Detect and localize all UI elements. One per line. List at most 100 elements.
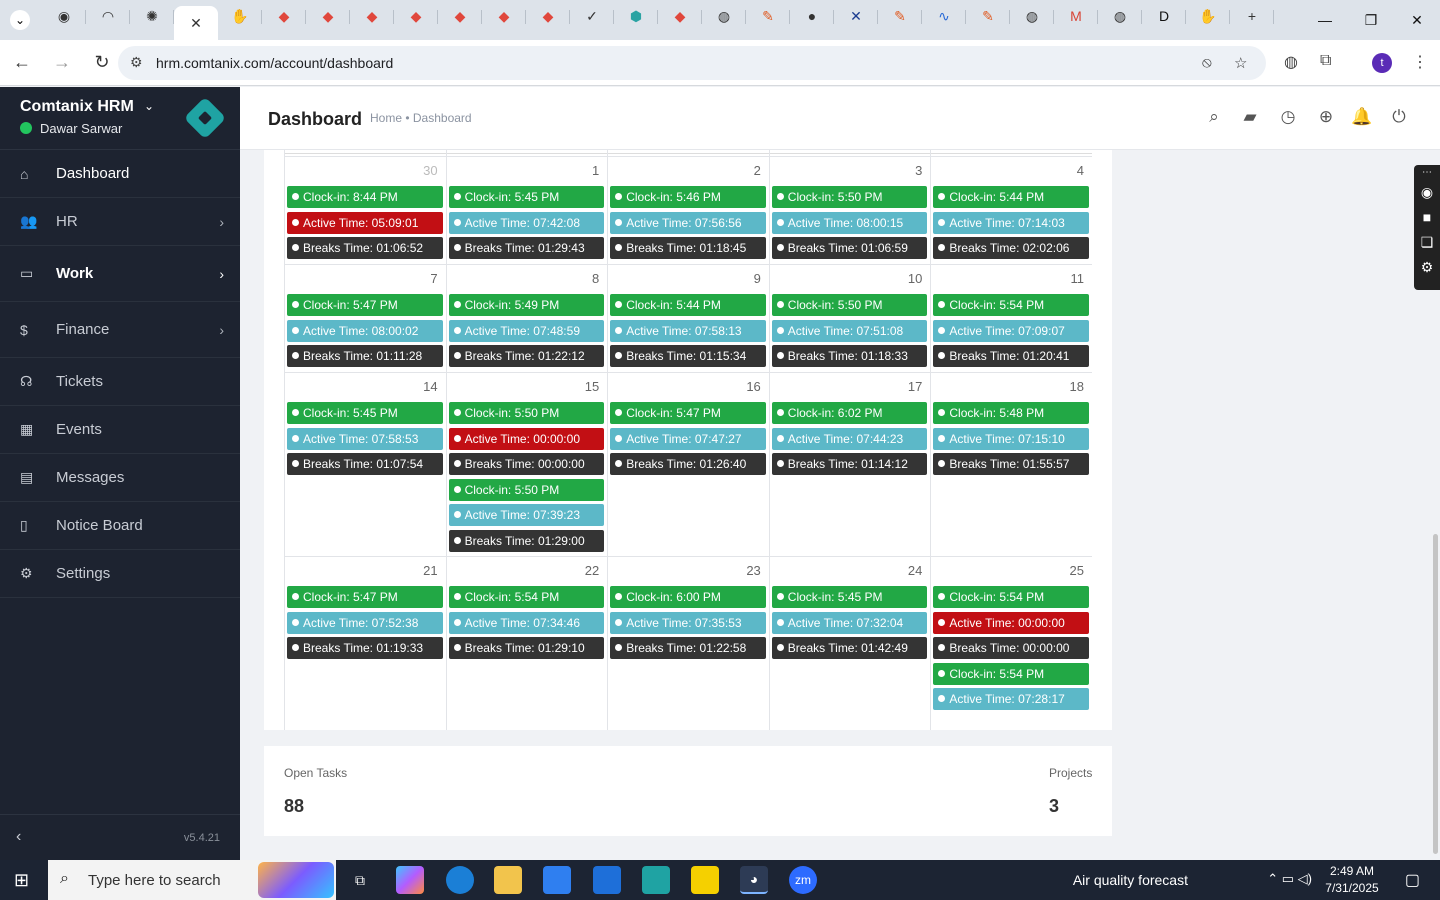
day-number[interactable]: 23 [731, 563, 760, 578]
day-number[interactable]: 11 [1054, 271, 1085, 286]
sidebar-item-work[interactable]: ▭ Work › [0, 246, 240, 302]
tab-search-button[interactable]: ⌄ [10, 10, 30, 30]
menu-dots-icon[interactable]: ⋮ [1412, 52, 1428, 72]
calendar-event[interactable]: Active Time: 07:28:17 [933, 688, 1089, 711]
calendar-event[interactable]: Breaks Time: 01:55:57 [933, 453, 1089, 476]
calendar-event[interactable]: Active Time: 07:35:53 [610, 611, 766, 634]
url-text[interactable]: hrm.comtanix.com/account/dashboard [156, 55, 393, 71]
sidebar-item-dashboard[interactable]: ⌂ Dashboard [0, 150, 240, 198]
calendar-event[interactable]: Clock-in: 5:50 PM [771, 186, 928, 208]
browser-tab[interactable]: ◆ [350, 0, 394, 32]
day-number[interactable]: 22 [569, 563, 599, 578]
calendar-event[interactable]: Breaks Time: 01:42:49 [771, 637, 928, 660]
day-number[interactable]: 2 [731, 163, 761, 178]
calendar-event[interactable]: Clock-in: 5:47 PM [287, 294, 443, 316]
calendar-event[interactable]: Breaks Time: 01:18:33 [771, 345, 928, 368]
calendar-event[interactable]: Clock-in: 5:50 PM [448, 478, 605, 501]
calendar-event[interactable]: Breaks Time: 00:00:00 [933, 637, 1089, 660]
calendar-event[interactable]: Clock-in: 5:49 PM [448, 294, 605, 316]
chrome-icon[interactable]: ◕ [740, 866, 768, 894]
power-icon[interactable]: ⏻ [1388, 107, 1410, 127]
calendar-event[interactable]: Breaks Time: 01:26:40 [610, 453, 766, 476]
calendar-event[interactable]: Clock-in: 5:50 PM [448, 402, 605, 424]
calendar-event[interactable]: Active Time: 07:47:27 [610, 427, 766, 450]
new-tab-button[interactable]: + [1230, 0, 1274, 32]
extensions-icon[interactable]: ⧉ [1320, 52, 1331, 70]
calendar-event[interactable]: Breaks Time: 01:07:54 [287, 453, 443, 476]
calendar-event[interactable]: Breaks Time: 01:15:34 [610, 345, 766, 368]
calendar-event[interactable]: Breaks Time: 01:11:28 [287, 345, 443, 368]
clock[interactable]: 2:49 AM 7/31/2025 [1322, 864, 1382, 895]
taskbar-search[interactable]: ⌕ Type here to search [48, 860, 336, 900]
link-icon[interactable]: ⋯ [1414, 165, 1440, 180]
day-number[interactable]: 8 [569, 271, 599, 286]
day-number[interactable]: 7 [408, 271, 437, 286]
notes-icon[interactable]: ▰ [1239, 107, 1261, 127]
browser-tab[interactable]: ✕ [834, 0, 878, 32]
calendar-event[interactable]: Active Time: 07:48:59 [448, 319, 605, 342]
browser-tab[interactable]: ◍ [1098, 0, 1142, 32]
projects-value[interactable]: 3 [1049, 796, 1059, 817]
calendar-event[interactable]: Breaks Time: 01:22:12 [448, 345, 605, 368]
day-number[interactable]: 4 [1054, 163, 1084, 178]
search-icon[interactable]: ⌕ [1203, 107, 1225, 127]
tracking-off-icon[interactable]: ⦸ [1202, 54, 1212, 71]
browser-tab[interactable]: ◍ [702, 0, 746, 32]
app-name[interactable]: Comtanix HRM [20, 98, 134, 116]
day-number[interactable]: 9 [731, 271, 761, 286]
day-number[interactable]: 21 [408, 563, 437, 578]
bookmark-star-icon[interactable]: ☆ [1234, 54, 1247, 72]
browser-tab[interactable]: ✋ [1186, 0, 1230, 32]
minimize-button[interactable]: — [1302, 0, 1348, 40]
window-icon[interactable]: ❏ [1414, 230, 1440, 255]
calendar-event[interactable]: Clock-in: 5:54 PM [933, 662, 1089, 685]
calendar-event[interactable]: Active Time: 07:52:38 [287, 611, 443, 634]
calendar-event[interactable]: Active Time: 07:39:23 [448, 504, 605, 527]
browser-tab[interactable]: ◆ [262, 0, 306, 32]
calendar-event[interactable]: Clock-in: 8:44 PM [287, 186, 443, 208]
weather-widget[interactable]: Air quality forecast [1073, 872, 1188, 888]
browser-tab[interactable]: ⬢ [614, 0, 658, 32]
site-info-icon[interactable]: ⚙ [130, 54, 143, 71]
calendar-event[interactable]: Active Time: 07:56:56 [610, 211, 766, 234]
calendar-event[interactable]: Clock-in: 5:46 PM [610, 186, 766, 208]
browser-tab[interactable]: ✕ [174, 6, 218, 40]
browser-tab[interactable]: ◆ [438, 0, 482, 32]
sticky-notes-icon[interactable] [691, 866, 719, 894]
browser-tab[interactable]: ✺ [130, 0, 174, 32]
calendar-event[interactable]: Clock-in: 5:45 PM [448, 186, 605, 208]
open-tasks-value[interactable]: 88 [284, 796, 304, 817]
calendar-event[interactable]: Breaks Time: 01:18:45 [610, 237, 766, 260]
clock-icon[interactable]: ◷ [1277, 107, 1299, 127]
sidebar-item-events[interactable]: ▦ Events [0, 406, 240, 454]
calendar-event[interactable]: Breaks Time: 00:00:00 [448, 453, 605, 476]
calendar-event[interactable]: Active Time: 00:00:00 [448, 427, 605, 450]
edge-icon[interactable] [446, 866, 474, 894]
calendar-event[interactable]: Active Time: 07:58:53 [287, 427, 443, 450]
day-number[interactable]: 14 [408, 379, 437, 394]
browser-tab[interactable]: ◆ [658, 0, 702, 32]
calendar-event[interactable]: Active Time: 07:42:08 [448, 211, 605, 234]
omnibox[interactable]: ⚙ hrm.comtanix.com/account/dashboard ⦸ ☆ [118, 46, 1266, 80]
calendar-event[interactable]: Clock-in: 5:47 PM [287, 586, 443, 608]
notification-icon[interactable]: ▢ [1405, 870, 1420, 890]
browser-tab[interactable]: ✎ [878, 0, 922, 32]
chevron-down-icon[interactable]: ⌄ [144, 99, 154, 113]
day-number[interactable]: 16 [731, 379, 760, 394]
calendar-event[interactable]: Breaks Time: 01:19:33 [287, 637, 443, 660]
sidebar-item-messages[interactable]: ▤ Messages [0, 454, 240, 502]
zoom-icon[interactable]: zm [789, 866, 817, 894]
calendar-event[interactable]: Clock-in: 6:02 PM [771, 402, 928, 424]
calendar-event[interactable]: Breaks Time: 01:29:10 [448, 637, 605, 660]
browser-tab[interactable]: ◆ [306, 0, 350, 32]
sidebar-item-notice-board[interactable]: ▯ Notice Board [0, 502, 240, 550]
profile-avatar[interactable]: t [1372, 53, 1392, 73]
bell-icon[interactable]: 🔔 [1351, 107, 1373, 127]
translate-icon[interactable]: ◍ [1284, 52, 1298, 72]
back-button[interactable]: ← [4, 45, 40, 81]
browser-tab[interactable]: ✓ [570, 0, 614, 32]
video-icon[interactable]: ■ [1414, 205, 1440, 230]
day-number[interactable]: 24 [892, 563, 922, 578]
calendar-event[interactable]: Clock-in: 5:54 PM [933, 586, 1089, 608]
browser-tab[interactable]: ✎ [746, 0, 790, 32]
